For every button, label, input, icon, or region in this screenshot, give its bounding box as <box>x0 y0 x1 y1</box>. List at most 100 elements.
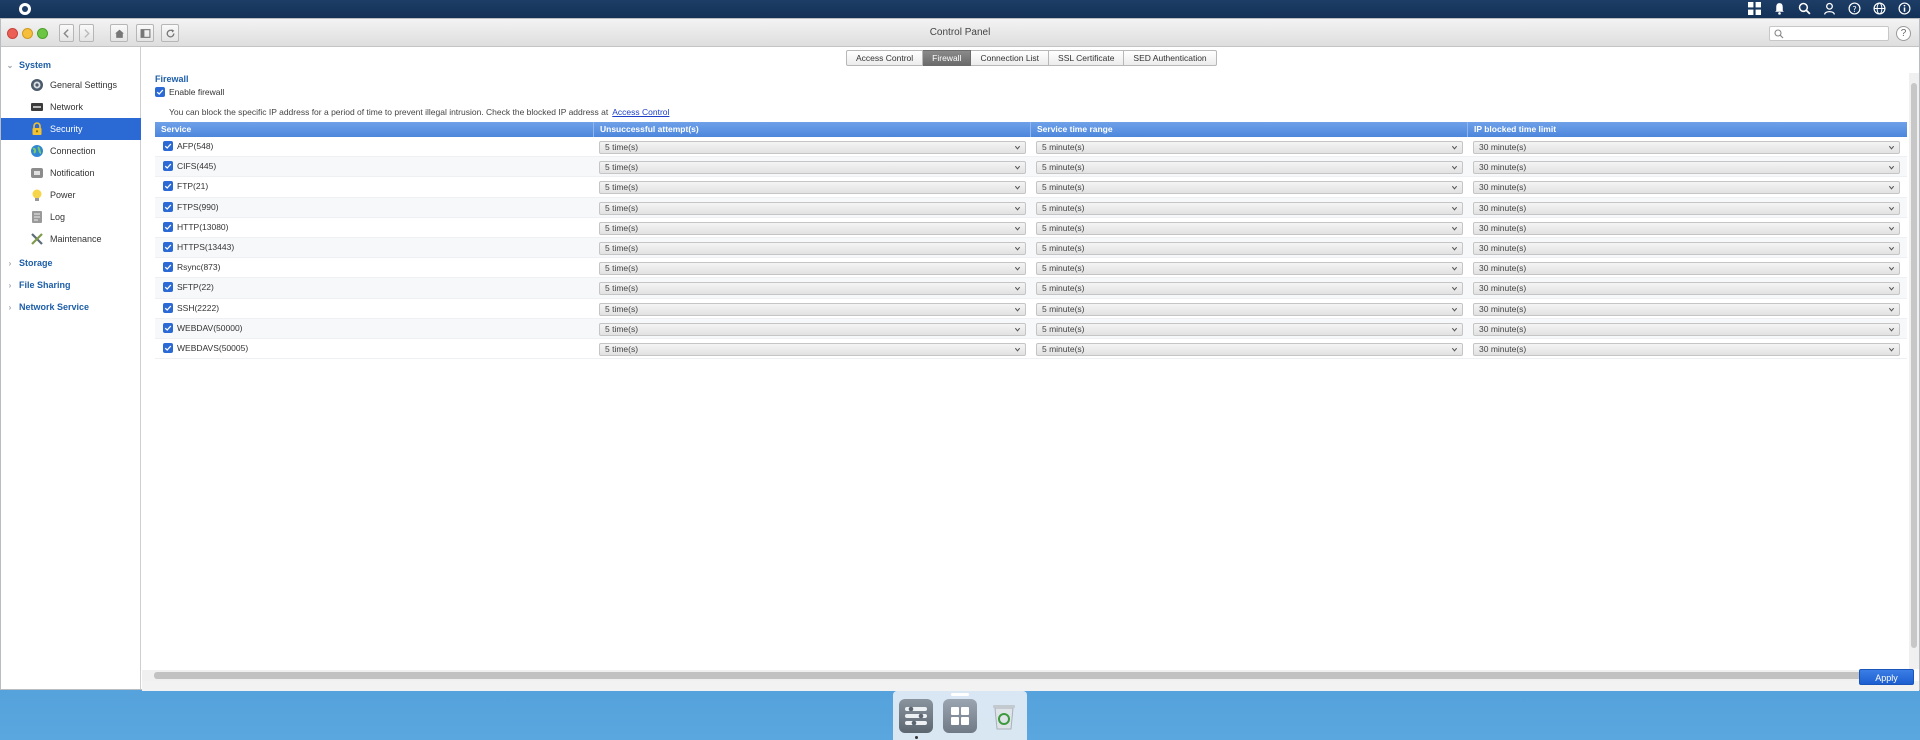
tab-access-control[interactable]: Access Control <box>846 50 924 66</box>
search-icon[interactable] <box>1797 1 1812 16</box>
time-range-select[interactable]: 5 minute(s) <box>1036 342 1463 356</box>
access-control-link[interactable]: Access Control <box>612 107 669 117</box>
blocked-limit-select[interactable]: 30 minute(s) <box>1473 302 1900 316</box>
time-range-select[interactable]: 5 minute(s) <box>1036 302 1463 316</box>
tab-connection-list[interactable]: Connection List <box>971 50 1050 66</box>
time-range-select[interactable]: 5 minute(s) <box>1036 161 1463 175</box>
sidebar-group-system[interactable]: ⌄ System <box>1 56 141 74</box>
select-value: 30 minute(s) <box>1479 202 1527 213</box>
service-name: SFTP(22) <box>177 282 214 293</box>
attempts-select[interactable]: 5 time(s) <box>599 342 1026 356</box>
sidebar-group-network-service[interactable]: › Network Service <box>1 298 141 316</box>
service-checkbox[interactable] <box>163 262 173 273</box>
sidebar-item-security[interactable]: Security <box>1 118 141 140</box>
service-checkbox[interactable] <box>163 201 173 212</box>
notification-icon <box>30 166 44 180</box>
horizontal-scrollbar[interactable] <box>142 670 1909 681</box>
blocked-limit-select[interactable]: 30 minute(s) <box>1473 221 1900 235</box>
user-icon[interactable] <box>1822 1 1837 16</box>
sidebar-group-label: Network Service <box>19 302 90 312</box>
time-range-select[interactable]: 5 minute(s) <box>1036 221 1463 235</box>
info-icon[interactable] <box>1897 1 1912 16</box>
bell-icon[interactable] <box>1772 1 1787 16</box>
blocked-limit-select[interactable]: 30 minute(s) <box>1473 201 1900 215</box>
time-range-select[interactable]: 5 minute(s) <box>1036 322 1463 336</box>
service-name: Rsync(873) <box>177 262 221 273</box>
time-range-select[interactable]: 5 minute(s) <box>1036 262 1463 276</box>
time-range-select[interactable]: 5 minute(s) <box>1036 181 1463 195</box>
select-value: 5 minute(s) <box>1042 142 1085 152</box>
apply-button[interactable]: Apply <box>1859 669 1914 685</box>
app-center-dock-icon[interactable] <box>943 699 977 733</box>
vertical-scrollbar[interactable] <box>1909 73 1919 669</box>
tab-sed-authentication[interactable]: SED Authentication <box>1124 50 1217 66</box>
attempts-select[interactable]: 5 time(s) <box>599 241 1026 255</box>
service-name: WEBDAVS(50005) <box>177 342 249 353</box>
search-input[interactable] <box>1786 28 1886 39</box>
service-checkbox[interactable] <box>163 181 173 192</box>
sidebar-item-maintenance[interactable]: Maintenance <box>1 228 141 250</box>
apps-grid-icon[interactable] <box>1747 1 1762 16</box>
enable-firewall-checkbox[interactable] <box>155 87 165 97</box>
service-checkbox[interactable] <box>163 161 173 172</box>
globe-icon[interactable] <box>1872 1 1887 16</box>
service-checkbox[interactable] <box>163 282 173 293</box>
time-range-select[interactable]: 5 minute(s) <box>1036 241 1463 255</box>
search-field[interactable] <box>1769 26 1889 41</box>
sidebar-group-storage[interactable]: › Storage <box>1 254 141 272</box>
blocked-limit-select[interactable]: 30 minute(s) <box>1473 322 1900 336</box>
time-range-select[interactable]: 5 minute(s) <box>1036 141 1463 154</box>
attempts-select[interactable]: 5 time(s) <box>599 282 1026 296</box>
service-checkbox[interactable] <box>163 241 173 252</box>
tab-firewall[interactable]: Firewall <box>923 50 972 66</box>
attempts-select[interactable]: 5 time(s) <box>599 201 1026 215</box>
blocked-limit-select[interactable]: 30 minute(s) <box>1473 141 1900 154</box>
sidebar-item-general-settings[interactable]: General Settings <box>1 74 141 96</box>
time-range-select[interactable]: 5 minute(s) <box>1036 282 1463 296</box>
control-panel-dock-icon[interactable] <box>899 699 933 733</box>
scroll-thumb[interactable] <box>154 672 1886 679</box>
attempts-select[interactable]: 5 time(s) <box>599 262 1026 276</box>
service-checkbox[interactable] <box>163 302 173 313</box>
sidebar-item-power[interactable]: Power <box>1 184 141 206</box>
select-value: 5 minute(s) <box>1042 222 1085 233</box>
blocked-limit-select[interactable]: 30 minute(s) <box>1473 161 1900 175</box>
qnap-logo-icon[interactable] <box>19 3 31 15</box>
attempts-select[interactable]: 5 time(s) <box>599 221 1026 235</box>
tab-ssl-certificate[interactable]: SSL Certificate <box>1049 50 1125 66</box>
column-header-attempts[interactable]: Unsuccessful attempt(s) <box>594 122 1031 137</box>
sidebar-item-log[interactable]: Log <box>1 206 141 228</box>
column-header-service[interactable]: Service <box>155 122 594 137</box>
select-value: 30 minute(s) <box>1479 182 1527 193</box>
window-help-button[interactable]: ? <box>1896 26 1911 41</box>
chevron-down-icon <box>1887 203 1896 214</box>
sidebar-item-label: Maintenance <box>50 234 102 244</box>
service-checkbox[interactable] <box>163 322 173 333</box>
sidebar-group-file-sharing[interactable]: › File Sharing <box>1 276 141 294</box>
help-icon[interactable]: ? <box>1847 1 1862 16</box>
sidebar-item-notification[interactable]: Notification <box>1 162 141 184</box>
column-header-blocked-limit[interactable]: IP blocked time limit <box>1468 122 1907 137</box>
dock-handle[interactable] <box>951 693 969 696</box>
blocked-limit-select[interactable]: 30 minute(s) <box>1473 241 1900 255</box>
attempts-select[interactable]: 5 time(s) <box>599 302 1026 316</box>
service-checkbox[interactable] <box>163 342 173 353</box>
service-checkbox[interactable] <box>163 221 173 232</box>
blocked-limit-select[interactable]: 30 minute(s) <box>1473 342 1900 356</box>
time-range-select[interactable]: 5 minute(s) <box>1036 201 1463 215</box>
sidebar-item-connection[interactable]: Connection <box>1 140 141 162</box>
chevron-down-icon <box>1450 283 1459 294</box>
blocked-limit-select[interactable]: 30 minute(s) <box>1473 262 1900 276</box>
attempts-select[interactable]: 5 time(s) <box>599 161 1026 175</box>
blocked-limit-select[interactable]: 30 minute(s) <box>1473 181 1900 195</box>
blocked-limit-select[interactable]: 30 minute(s) <box>1473 282 1900 296</box>
select-value: 5 time(s) <box>605 323 639 334</box>
sidebar-item-network[interactable]: Network <box>1 96 141 118</box>
attempts-select[interactable]: 5 time(s) <box>599 322 1026 336</box>
recycle-bin-dock-icon[interactable] <box>987 699 1021 733</box>
attempts-select[interactable]: 5 time(s) <box>599 141 1026 154</box>
attempts-select[interactable]: 5 time(s) <box>599 181 1026 195</box>
column-header-time-range[interactable]: Service time range <box>1031 122 1468 137</box>
service-checkbox[interactable] <box>163 141 173 151</box>
scroll-thumb[interactable] <box>1911 83 1917 648</box>
